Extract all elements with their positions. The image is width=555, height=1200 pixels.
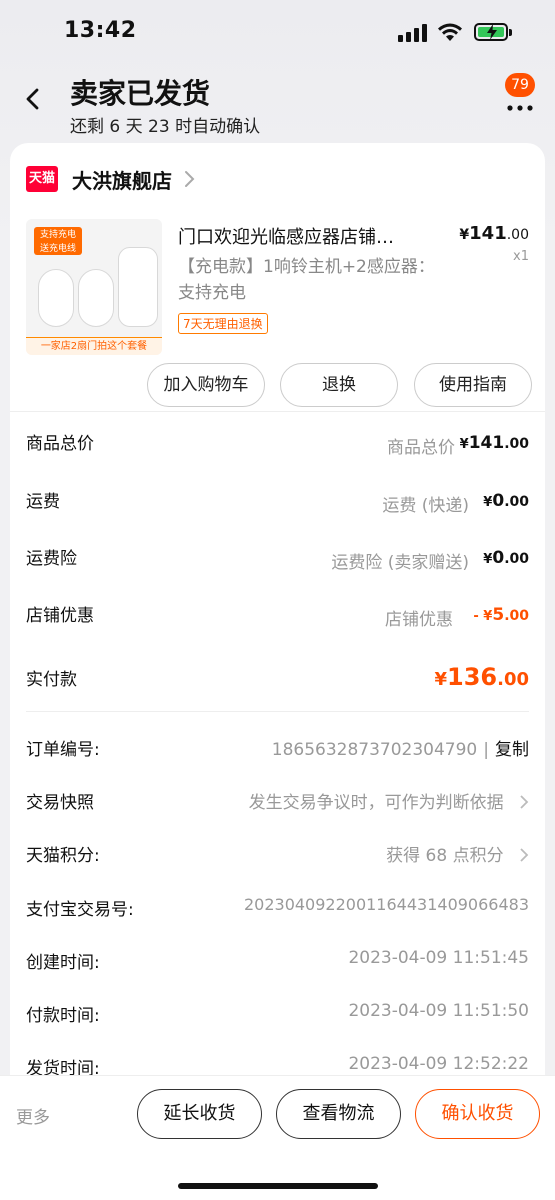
snapshot-label: 交易快照 — [26, 793, 94, 813]
currency-symbol: ¥ — [434, 669, 447, 690]
points-link[interactable]: 获得 68 点积分 — [386, 841, 529, 866]
points-value: 获得 68 点积分 — [386, 846, 504, 866]
chevron-right-icon — [520, 848, 529, 862]
amount-integer: 136 — [447, 663, 498, 691]
chevron-right-icon — [185, 171, 195, 187]
amount-decimal: .00 — [504, 494, 529, 510]
product-image-tag-line2: 送充电线 — [39, 244, 76, 254]
currency-symbol: ¥ — [459, 227, 470, 243]
divider — [10, 411, 545, 412]
amount-decimal: .00 — [504, 436, 529, 452]
user-guide-button[interactable]: 使用指南 — [414, 363, 532, 407]
charging-bolt-icon — [487, 24, 497, 40]
sensor-device — [38, 269, 74, 327]
paid-time-value: 2023-04-09 11:51:50 — [348, 1001, 529, 1021]
battery-tip — [509, 29, 512, 36]
shipping-label: 运费 — [26, 492, 60, 512]
return-exchange-button[interactable]: 退换 — [280, 363, 398, 407]
shop-row[interactable]: 天猫 大洪旗舰店 — [26, 165, 196, 193]
product-price: ¥141.00 — [459, 223, 529, 244]
price-integer: 141 — [469, 223, 507, 244]
amount-decimal: .00 — [497, 669, 529, 690]
insurance-label: 运费险 — [26, 549, 77, 569]
add-to-cart-button[interactable]: 加入购物车 — [147, 363, 265, 407]
status-time: 13:42 — [64, 18, 137, 43]
points-label: 天猫积分: — [26, 846, 100, 866]
more-button[interactable]: 更多 — [16, 1103, 50, 1128]
bottom-action-bar: 更多 延长收货 查看物流 确认收货 — [0, 1075, 555, 1200]
page-title: 卖家已发货 — [70, 77, 211, 110]
product-image[interactable]: 支持充电 送充电线 一家店2扇门拍这个套餐 — [26, 219, 162, 355]
status-bar: 13:42 — [0, 0, 555, 62]
goods-total-desc: 商品总价 — [387, 438, 455, 458]
paid-amount-label: 实付款 — [26, 670, 77, 690]
chevron-right-icon — [520, 795, 529, 809]
snapshot-link[interactable]: 发生交易争议时，可作为判断依据 — [249, 788, 529, 813]
copy-order-number-button[interactable]: 复制 — [495, 740, 529, 760]
sensor-device — [78, 269, 114, 327]
amount-decimal: .00 — [504, 608, 529, 624]
alipay-trade-label: 支付宝交易号: — [26, 900, 134, 920]
created-time-label: 创建时间: — [26, 953, 100, 973]
back-icon[interactable] — [18, 84, 48, 114]
shop-name[interactable]: 大洪旗舰店 — [72, 165, 172, 194]
order-number-row: 1865632873702304790 | 复制 — [272, 735, 529, 760]
divider — [26, 711, 529, 712]
product-image-banner: 一家店2扇门拍这个套餐 — [26, 337, 162, 355]
alipay-trade-number: 2023040922001164431409066483 — [243, 895, 529, 914]
shop-discount-desc: 店铺优惠 — [385, 610, 453, 630]
currency-symbol: ¥ — [483, 495, 493, 510]
amount-integer: 0 — [492, 548, 505, 568]
shop-discount-value: - ¥5.00 — [473, 605, 529, 625]
message-count-badge[interactable]: 79 — [505, 73, 535, 97]
order-number: 1865632873702304790 — [271, 740, 478, 760]
tmall-logo: 天猫 — [26, 166, 58, 192]
view-logistics-button[interactable]: 查看物流 — [276, 1089, 401, 1139]
product-title[interactable]: 门口欢迎光临感应器店铺… — [178, 223, 448, 249]
shipping-value: ¥0.00 — [483, 491, 529, 511]
product-image-tag: 支持充电 送充电线 — [34, 227, 82, 255]
goods-total-value: ¥141.00 — [460, 433, 529, 453]
confirm-receipt-button[interactable]: 确认收货 — [415, 1089, 540, 1139]
amount-integer: 0 — [492, 491, 505, 511]
price-decimal: .00 — [506, 227, 529, 243]
order-card: 天猫 大洪旗舰店 支持充电 送充电线 一家店2扇门拍这个套餐 门口欢迎光临感应器… — [10, 143, 545, 1143]
wifi-icon — [438, 23, 462, 41]
shop-discount-label: 店铺优惠 — [26, 606, 94, 626]
goods-total-label: 商品总价 — [26, 434, 94, 454]
signal-icon — [398, 24, 428, 42]
amount-decimal: .00 — [504, 551, 529, 567]
product-quantity: x1 — [513, 249, 529, 264]
auto-confirm-countdown: 还剩 6 天 23 时自动确认 — [70, 117, 261, 137]
amount-integer: 141 — [468, 433, 505, 453]
created-time-value: 2023-04-09 11:51:45 — [348, 948, 529, 968]
insurance-desc: 运费险 (卖家赠送) — [331, 553, 469, 573]
currency-symbol: ¥ — [459, 437, 469, 452]
return-policy-tag: 7天无理由退换 — [178, 313, 268, 334]
home-indicator — [178, 1183, 378, 1189]
discount-prefix: - ¥ — [473, 609, 493, 624]
shipping-desc: 运费 (快递) — [382, 496, 469, 516]
product-image-tag-line1: 支持充电 — [39, 230, 76, 240]
doorbell-host-device — [118, 247, 158, 327]
amount-integer: 5 — [492, 605, 505, 625]
snapshot-desc: 发生交易争议时，可作为判断依据 — [248, 793, 504, 813]
insurance-value: ¥0.00 — [483, 548, 529, 568]
currency-symbol: ¥ — [483, 552, 493, 567]
order-number-label: 订单编号: — [26, 740, 100, 760]
product-sku: 【充电款】1响铃主机+2感应器：支持充电 — [178, 257, 435, 303]
separator: | — [483, 740, 489, 760]
extend-receipt-button[interactable]: 延长收货 — [137, 1089, 262, 1139]
paid-amount-value: ¥136.00 — [434, 663, 529, 691]
shipped-time-value: 2023-04-09 12:52:22 — [348, 1054, 529, 1074]
paid-time-label: 付款时间: — [26, 1006, 100, 1026]
